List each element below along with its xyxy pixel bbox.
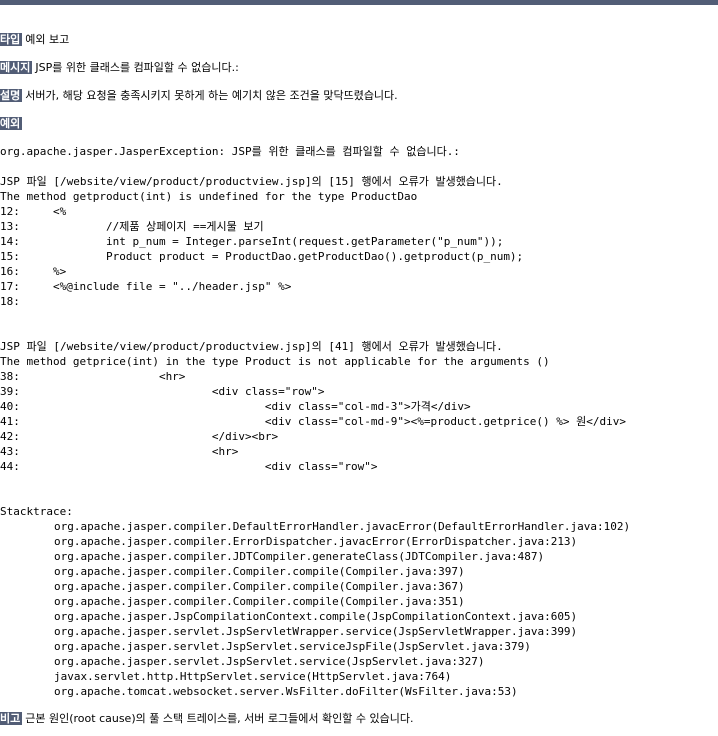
- message-row: 메시지 JSP를 위한 클래스를 컴파일할 수 없습니다.:: [0, 61, 239, 74]
- error2-source-line: 44: <div class="row">: [0, 460, 378, 473]
- error2-message: The method getprice(int) in the type Pro…: [0, 355, 550, 368]
- stacktrace-frame: org.apache.jasper.compiler.Compiler.comp…: [54, 565, 465, 578]
- error1-source-line: 14: int p_num = Integer.parseInt(request…: [0, 235, 504, 248]
- error1-source-line: 13: //제품 상페이지 ==게시물 보기: [0, 220, 264, 233]
- note-label: 비고: [0, 712, 23, 725]
- exception-label: 예외: [0, 117, 23, 130]
- stacktrace-frame: org.apache.tomcat.websocket.server.WsFil…: [54, 685, 518, 698]
- error1-message: The method getproduct(int) is undefined …: [0, 190, 418, 203]
- stacktrace-frame: org.apache.jasper.servlet.JspServletWrap…: [54, 625, 578, 638]
- error2-source-line: 43: <hr>: [0, 445, 239, 458]
- message-value: JSP를 위한 클래스를 컴파일할 수 없습니다.:: [35, 61, 239, 74]
- stacktrace-title: Stacktrace:: [0, 505, 73, 518]
- note-value: 근본 원인(root cause)의 풀 스택 트레이스를, 서버 로그들에서 …: [25, 712, 414, 725]
- description-row: 설명 서버가, 해당 요청을 충족시키지 못하게 하는 예기치 않은 조건을 맞닥…: [0, 89, 398, 102]
- type-label: 타입: [0, 33, 23, 46]
- stacktrace-frame: org.apache.jasper.compiler.ErrorDispatch…: [54, 535, 578, 548]
- error1-source-line: 16: %>: [0, 265, 67, 278]
- description-value: 서버가, 해당 요청을 충족시키지 못하게 하는 예기치 않은 조건을 맞닥뜨렸…: [25, 89, 398, 102]
- stacktrace-frame: org.apache.jasper.servlet.JspServlet.ser…: [54, 655, 485, 668]
- error2-source-line: 38: <hr>: [0, 370, 186, 383]
- message-label: 메시지: [0, 61, 33, 74]
- error2-source-line: 41: <div class="col-md-9"><%=product.get…: [0, 415, 627, 428]
- error1-location: JSP 파일 [/website/view/product/productvie…: [0, 175, 503, 188]
- stacktrace-frame: org.apache.jasper.compiler.JDTCompiler.g…: [54, 550, 545, 563]
- error1-source-line: 15: Product product = ProductDao.getProd…: [0, 250, 524, 263]
- header-rule: [0, 0, 718, 5]
- stacktrace-frame: org.apache.jasper.JspCompilationContext.…: [54, 610, 578, 623]
- error2-source-line: 39: <div class="row">: [0, 385, 325, 398]
- type-row: 타입 예외 보고: [0, 33, 69, 46]
- exception-row: 예외: [0, 117, 25, 130]
- stacktrace-frame: org.apache.jasper.compiler.Compiler.comp…: [54, 580, 465, 593]
- stacktrace-frame: org.apache.jasper.servlet.JspServlet.ser…: [54, 640, 531, 653]
- note-row: 비고 근본 원인(root cause)의 풀 스택 트레이스를, 서버 로그들에…: [0, 712, 413, 725]
- error1-source-line: 12: <%: [0, 205, 67, 218]
- stacktrace-frame: javax.servlet.http.HttpServlet.service(H…: [54, 670, 452, 683]
- description-label: 설명: [0, 89, 23, 102]
- exception-header: org.apache.jasper.JasperException: JSP를 …: [0, 145, 460, 158]
- error2-source-line: 40: <div class="col-md-3">가격</div>: [0, 400, 471, 413]
- error1-source-line: 18:: [0, 295, 20, 308]
- error2-location: JSP 파일 [/website/view/product/productvie…: [0, 340, 503, 353]
- stacktrace-frame: org.apache.jasper.compiler.Compiler.comp…: [54, 595, 465, 608]
- stacktrace-frame: org.apache.jasper.compiler.DefaultErrorH…: [54, 520, 631, 533]
- error2-source-line: 42: </div><br>: [0, 430, 279, 443]
- type-value: 예외 보고: [25, 33, 70, 46]
- error1-source-line: 17: <%@include file = "../header.jsp" %>: [0, 280, 292, 293]
